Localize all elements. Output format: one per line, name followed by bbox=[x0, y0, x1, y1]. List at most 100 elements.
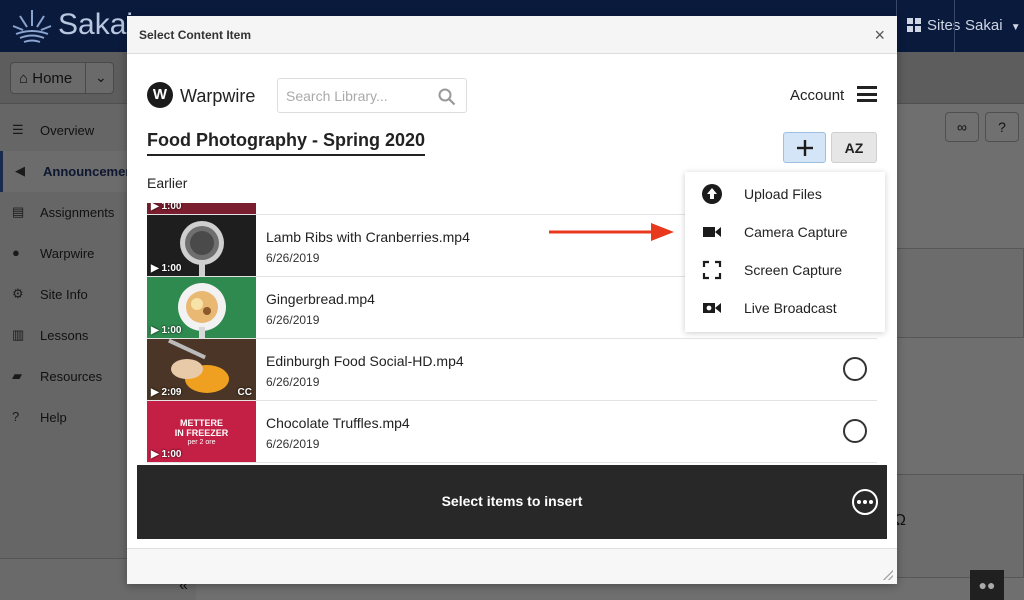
thumbnail-caption: METTERE bbox=[179, 418, 223, 428]
search-input[interactable] bbox=[286, 87, 431, 105]
warpwire-logo-icon[interactable]: W bbox=[147, 82, 173, 108]
sidebar-item-label: Warpwire bbox=[40, 246, 95, 261]
grid-icon bbox=[907, 18, 921, 32]
insert-bar: Select items to insert bbox=[137, 465, 887, 539]
users-icon: ●● bbox=[978, 577, 996, 593]
sidebar-item-resources[interactable]: ▰ Resources bbox=[0, 356, 136, 397]
menu-item-live-broadcast[interactable]: Live Broadcast bbox=[685, 288, 885, 326]
background-panel bbox=[896, 248, 1024, 338]
item-name[interactable]: Gingerbread.mp4 bbox=[266, 291, 375, 307]
video-thumbnail[interactable]: METTERE IN FREEZER per 2 ore ▶ 1:00 bbox=[147, 401, 256, 462]
modal-header: Select Content Item × bbox=[127, 16, 897, 54]
select-radio[interactable] bbox=[843, 357, 867, 381]
add-button[interactable] bbox=[783, 132, 826, 163]
thumbnail-caption: IN FREEZER bbox=[174, 428, 229, 438]
sakai-sun-icon bbox=[12, 10, 52, 43]
item-date: 6/26/2019 bbox=[266, 375, 320, 389]
item-date: 6/26/2019 bbox=[266, 313, 320, 327]
sidebar-item-announcements[interactable]: ◀ Announcements bbox=[0, 151, 145, 192]
sidebar-item-assignments[interactable]: ▤ Assignments bbox=[0, 192, 136, 233]
user-label: Sakai bbox=[965, 17, 1003, 34]
link-icon: ∞ bbox=[957, 119, 967, 135]
menu-item-upload-files[interactable]: Upload Files bbox=[685, 174, 885, 212]
sort-button[interactable]: AZ bbox=[831, 132, 877, 163]
insert-label: Select items to insert bbox=[441, 493, 583, 509]
sidebar-item-help[interactable]: ? Help bbox=[0, 397, 136, 438]
menu-item-screen-capture[interactable]: Screen Capture bbox=[685, 250, 885, 288]
duration-badge: ▶ 1:00 bbox=[151, 325, 182, 336]
section-label: Earlier bbox=[147, 175, 188, 191]
list-icon: ☰ bbox=[12, 122, 24, 137]
video-camera-icon bbox=[703, 227, 721, 237]
duration-badge: ▶ 1:00 bbox=[151, 203, 182, 212]
gear-icon: ⚙ bbox=[12, 286, 24, 301]
question-icon: ? bbox=[998, 119, 1006, 135]
list-item[interactable]: METTERE IN FREEZER per 2 ore ▶ 1:00 Choc… bbox=[147, 401, 877, 463]
sidebar-item-site-info[interactable]: ⚙ Site Info bbox=[0, 274, 136, 315]
modal-title: Select Content Item bbox=[139, 28, 252, 42]
folder-icon: ▰ bbox=[12, 368, 22, 383]
sidebar-item-overview[interactable]: ☰ Overview bbox=[0, 110, 136, 151]
caret-down-icon: ▼ bbox=[1010, 22, 1021, 33]
sidebar-item-label: Help bbox=[40, 410, 67, 425]
video-thumbnail[interactable]: ▶ 2:09 CC bbox=[147, 339, 256, 400]
sidebar-item-lessons[interactable]: ▥ Lessons bbox=[0, 315, 136, 356]
search-icon[interactable] bbox=[438, 88, 456, 106]
megaphone-icon: ◀ bbox=[15, 163, 25, 178]
sidebar-item-label: Overview bbox=[40, 123, 95, 138]
library-title[interactable]: Food Photography - Spring 2020 bbox=[147, 130, 426, 156]
modal-footer bbox=[127, 548, 897, 584]
video-thumbnail[interactable]: ▶ 1:00 bbox=[147, 215, 256, 276]
add-menu: Upload Files Camera Capture Screen Captu… bbox=[685, 172, 885, 332]
close-icon[interactable]: × bbox=[874, 25, 885, 45]
sidebar-item-label: Assignments bbox=[40, 205, 115, 220]
sidebar-item-label: Resources bbox=[40, 369, 103, 384]
duration-badge: ▶ 1:00 bbox=[151, 263, 182, 274]
link-button[interactable]: ∞ bbox=[945, 112, 979, 142]
more-options-icon[interactable] bbox=[852, 489, 878, 515]
tool-sidebar: ☰ Overview ◀ Announcements ▤ Assignments… bbox=[0, 104, 145, 600]
book-icon: ▥ bbox=[12, 327, 25, 342]
item-name[interactable]: Edinburgh Food Social-HD.mp4 bbox=[266, 353, 464, 369]
video-thumbnail[interactable]: ▶ 1:00 bbox=[147, 277, 256, 338]
sidebar-item-label: Lessons bbox=[40, 328, 89, 343]
item-name[interactable]: Chocolate Truffles.mp4 bbox=[266, 415, 410, 431]
help-button[interactable]: ? bbox=[985, 112, 1019, 142]
sakai-logo-text: Sakai bbox=[58, 8, 134, 41]
live-broadcast-icon bbox=[703, 303, 721, 313]
chevron-down-icon[interactable]: ⌄ bbox=[95, 69, 107, 86]
menu-item-label: Screen Capture bbox=[744, 262, 843, 278]
item-name[interactable]: Lamb Ribs with Cranberries.mp4 bbox=[266, 229, 470, 245]
select-content-modal: Select Content Item × W Warpwire Account… bbox=[127, 16, 897, 584]
hamburger-menu-icon[interactable] bbox=[857, 86, 877, 102]
chat-button[interactable]: ●● bbox=[970, 570, 1004, 600]
thumbnail-caption: per 2 ore bbox=[187, 439, 216, 446]
sort-az-icon: AZ bbox=[844, 140, 864, 156]
background-panel bbox=[896, 474, 1024, 578]
plus-icon bbox=[797, 140, 813, 156]
select-radio[interactable] bbox=[843, 419, 867, 443]
item-date: 6/26/2019 bbox=[266, 251, 320, 265]
menu-item-label: Camera Capture bbox=[744, 224, 848, 240]
home-icon: ⌂ bbox=[19, 70, 29, 87]
home-label: Home bbox=[32, 70, 73, 87]
home-button[interactable]: ⌂ Home ⌄ bbox=[10, 62, 114, 94]
menu-item-camera-capture[interactable]: Camera Capture bbox=[685, 212, 885, 250]
upload-icon bbox=[702, 184, 722, 204]
duration-badge: ▶ 1:00 bbox=[151, 449, 182, 460]
sidebar-item-warpwire[interactable]: ● Warpwire bbox=[0, 233, 136, 274]
account-link[interactable]: Account bbox=[790, 87, 844, 104]
search-box bbox=[277, 78, 467, 113]
duration-badge: ▶ 2:09 bbox=[151, 387, 182, 398]
video-thumbnail[interactable]: ▶ 1:00 bbox=[147, 203, 256, 214]
globe-icon: ● bbox=[12, 245, 20, 260]
pointer-arrow bbox=[549, 223, 674, 241]
warpwire-logo-text[interactable]: Warpwire bbox=[180, 86, 255, 107]
sidebar-item-label: Site Info bbox=[40, 287, 88, 302]
closed-captions-badge: CC bbox=[237, 387, 252, 398]
question-icon: ? bbox=[12, 409, 20, 424]
resize-handle[interactable] bbox=[883, 570, 893, 580]
user-menu-button[interactable]: Sakai ▼ bbox=[954, 0, 1024, 52]
menu-item-label: Upload Files bbox=[744, 186, 822, 202]
list-item[interactable]: ▶ 2:09 CC Edinburgh Food Social-HD.mp4 6… bbox=[147, 339, 877, 401]
